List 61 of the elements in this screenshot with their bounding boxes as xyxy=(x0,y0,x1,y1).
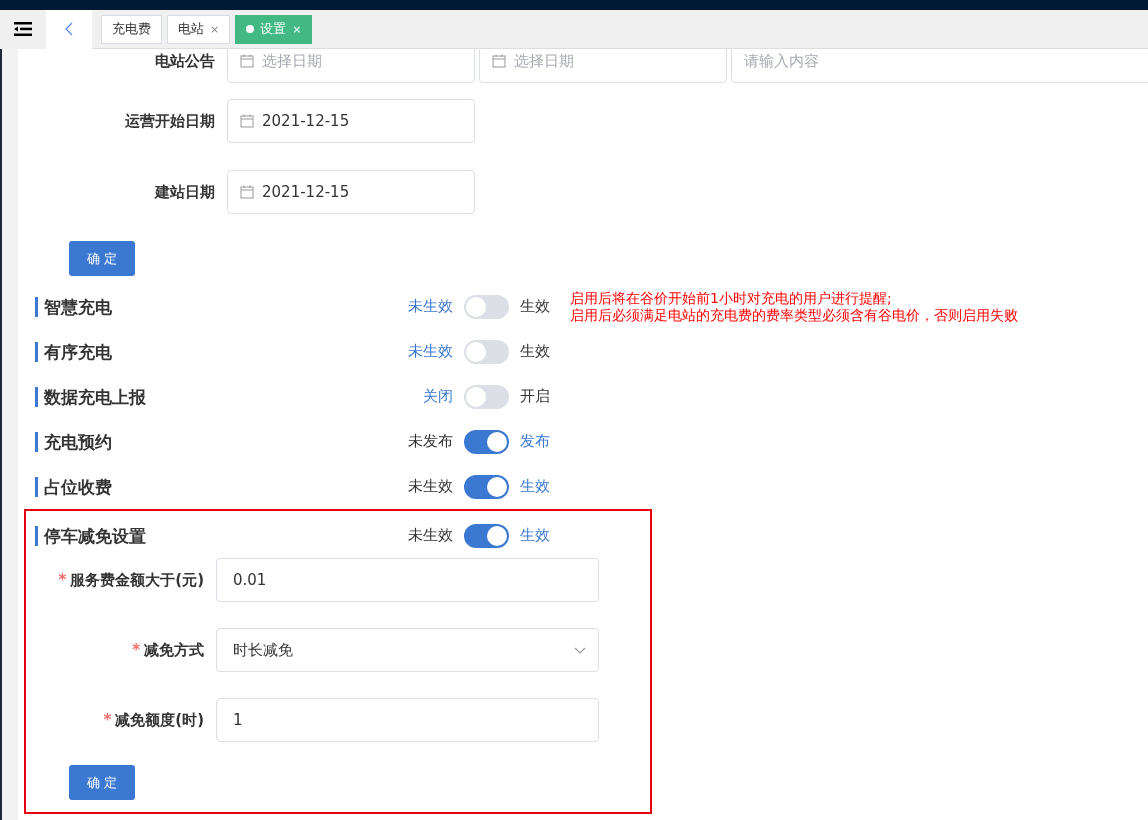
menu-icon xyxy=(14,22,32,36)
section-title: 智慧充电 xyxy=(35,296,361,317)
tab[interactable]: 电站 × xyxy=(167,14,231,44)
calendar-icon xyxy=(240,54,254,68)
section-title: 充电预约 xyxy=(35,431,361,452)
confirm-button[interactable]: 确 定 xyxy=(69,765,135,800)
section-title: 有序充电 xyxy=(35,341,361,362)
tab-label: 充电费 xyxy=(112,20,151,38)
switch-on-label: 生效 xyxy=(520,342,550,361)
back-button[interactable] xyxy=(46,9,92,49)
calendar-icon xyxy=(240,185,254,199)
tab[interactable]: 充电费 xyxy=(101,14,162,44)
section-title: 停车减免设置 xyxy=(35,525,361,546)
section-title: 数据充电上报 xyxy=(35,386,361,407)
switch-on-label: 开启 xyxy=(520,387,550,406)
toggle-switch[interactable] xyxy=(464,429,509,454)
field-label: 电站公告 xyxy=(154,51,215,71)
switch-on-label: 生效 xyxy=(520,526,550,545)
input-field[interactable]: 0.01 xyxy=(216,558,599,602)
toggle-switch[interactable] xyxy=(464,339,509,364)
input-field[interactable]: 1 xyxy=(216,698,599,742)
field-label: 建站日期 xyxy=(153,182,215,202)
required-mark: * xyxy=(132,640,140,659)
input-field[interactable]: 请输入内容 xyxy=(731,49,1148,83)
switch-off-label: 未生效 xyxy=(407,342,453,361)
toggle-switch[interactable] xyxy=(464,384,509,409)
switch-on-label: 生效 xyxy=(520,477,550,496)
field-label: 减免方式 xyxy=(144,640,204,659)
calendar-icon xyxy=(492,54,506,68)
calendar-icon xyxy=(240,114,254,128)
switch-off-label: 未生效 xyxy=(407,477,453,496)
switch-on-label: 发布 xyxy=(520,432,550,451)
chevron-down-icon xyxy=(574,646,586,654)
switch-off-label: 未生效 xyxy=(407,297,453,316)
toggle-switch[interactable] xyxy=(464,294,509,319)
field-label: 运营开始日期 xyxy=(124,111,215,131)
field-label: 减免额度(时) xyxy=(115,710,204,729)
tab-label: 电站 xyxy=(178,20,204,38)
warning-note: 启用后将在谷价开始前1小时对充电的用户进行提醒; 启用后必须满足电站的充电费的费率类型必须含有谷电价，否则启用失败 xyxy=(570,289,1018,324)
required-mark: * xyxy=(103,710,112,729)
date-field[interactable]: 2021-12-15 xyxy=(227,99,475,143)
tab-label: 设置 xyxy=(260,20,287,38)
switch-off-label: 未生效 xyxy=(407,526,453,545)
close-icon[interactable]: × xyxy=(210,22,220,36)
switch-on-label: 生效 xyxy=(520,297,550,316)
tab[interactable]: 设置 × xyxy=(235,14,313,44)
toggle-switch[interactable] xyxy=(464,523,509,548)
date-field[interactable]: 选择日期 xyxy=(479,49,727,83)
chevron-left-icon xyxy=(65,22,73,36)
toggle-switch[interactable] xyxy=(464,474,509,499)
select-field[interactable]: 时长减免 xyxy=(216,628,599,672)
switch-off-label: 关闭 xyxy=(422,387,453,406)
switch-off-label: 未发布 xyxy=(407,432,453,451)
required-mark: * xyxy=(58,570,67,589)
confirm-button[interactable]: 确 定 xyxy=(69,241,135,276)
date-field[interactable]: 2021-12-15 xyxy=(227,170,475,214)
field-label: 服务费金额大于(元) xyxy=(70,570,204,589)
date-field[interactable]: 选择日期 xyxy=(227,49,475,83)
status-dot-icon xyxy=(246,25,255,33)
close-icon[interactable]: × xyxy=(292,22,302,36)
section-title: 占位收费 xyxy=(35,476,361,497)
